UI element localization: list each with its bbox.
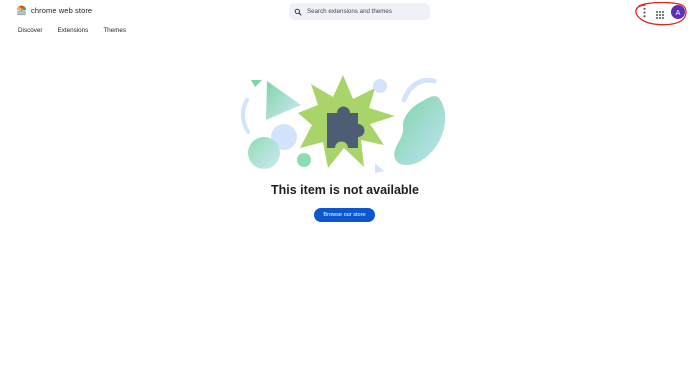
category-nav: Discover Extensions Themes xyxy=(18,26,126,38)
store-logo-link[interactable]: chrome web store xyxy=(16,5,92,16)
mint-circle xyxy=(248,137,280,169)
small-triangle-shape xyxy=(251,80,262,87)
account-avatar[interactable]: A xyxy=(671,5,685,19)
search-input[interactable] xyxy=(307,8,425,15)
search-box[interactable] xyxy=(289,3,430,20)
tab-extensions[interactable]: Extensions xyxy=(58,26,89,38)
apps-grid-icon[interactable] xyxy=(655,7,665,19)
header-actions: A xyxy=(634,1,686,23)
chrome-web-store-logo-icon xyxy=(16,5,27,16)
browse-store-button[interactable]: Browse our store xyxy=(314,208,375,222)
right-arc-shape xyxy=(401,77,437,103)
triangle-shape xyxy=(266,81,301,120)
page-title: This item is not available xyxy=(271,183,419,197)
more-vert-icon[interactable] xyxy=(640,6,648,18)
puzzle-piece-illustration xyxy=(241,75,446,173)
small-green-circle xyxy=(297,153,311,167)
search-icon xyxy=(294,8,302,15)
tab-discover[interactable]: Discover xyxy=(18,26,43,38)
page: chrome web store Search extensions and t… xyxy=(0,0,690,379)
arc-shape xyxy=(241,98,250,134)
tab-themes[interactable]: Themes xyxy=(103,26,126,38)
leaf-shape xyxy=(394,96,446,166)
blue-triangle-shape xyxy=(375,163,384,173)
top-bar: chrome web store Search extensions and t… xyxy=(0,0,690,26)
blue-dot-shape xyxy=(373,79,387,93)
store-name: chrome web store xyxy=(31,6,93,15)
